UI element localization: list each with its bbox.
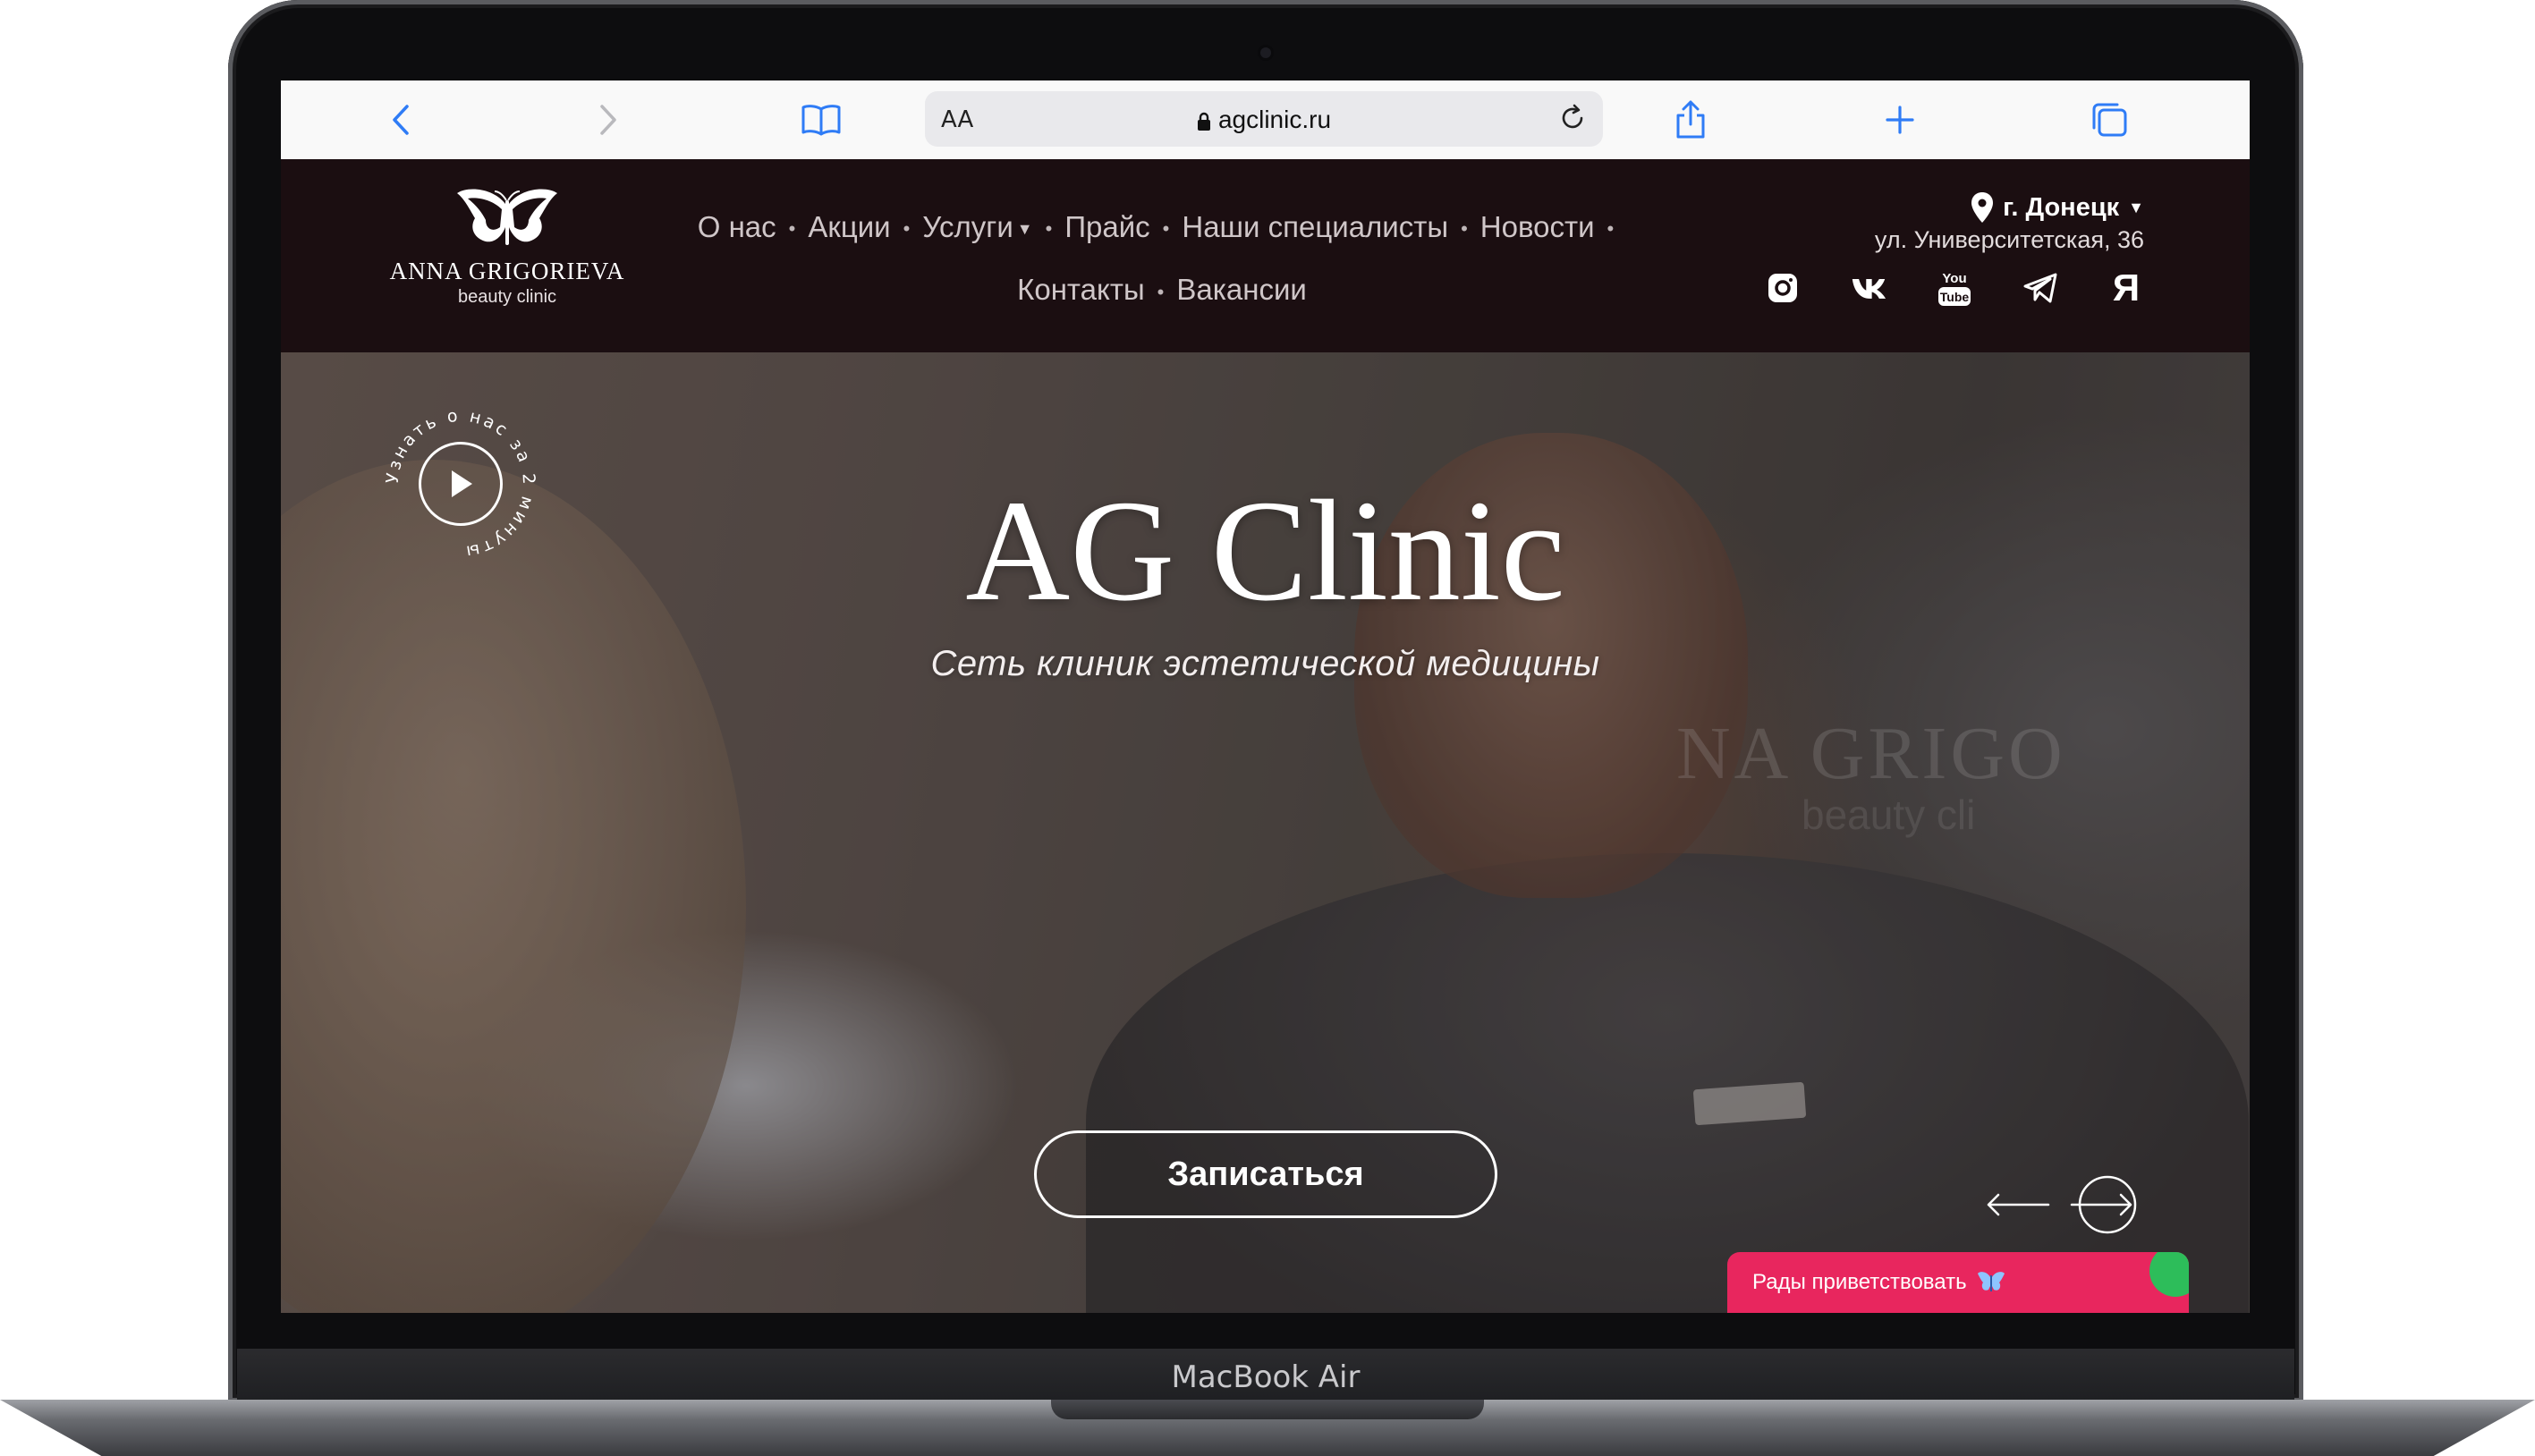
nav-separator: • — [1607, 217, 1615, 241]
main-nav: О нас • Акции • Услуги ▼ • Прайс • Наши специалис… — [630, 197, 1694, 323]
nav-specialists[interactable]: Наши специалисты — [1182, 197, 1448, 258]
back-button[interactable] — [374, 97, 428, 143]
chat-status-indicator — [2149, 1252, 2189, 1297]
arrow-right-circle-icon — [2070, 1175, 2137, 1234]
nav-separator: • — [1162, 217, 1170, 241]
hero-section: NA GRIGO beauty cli Узнать о нас за 2 ми… — [281, 352, 2250, 1313]
screen: AA agclinic.ru ANNA GRIGORIEVA beauty cl… — [281, 80, 2250, 1313]
reload-icon — [1562, 104, 1583, 129]
laptop-chin: MacBook Air — [237, 1349, 2294, 1402]
logo-subtitle: beauty clinic — [457, 287, 557, 307]
yandex-link[interactable]: Я — [2108, 267, 2144, 309]
instagram-icon — [1768, 274, 1797, 302]
caret-down-icon: ▼ — [1016, 220, 1033, 239]
slider-next-button[interactable] — [2070, 1173, 2138, 1236]
nav-services-label: Услуги — [922, 210, 1013, 243]
chevron-left-icon — [393, 105, 409, 135]
tabs-icon — [2092, 103, 2127, 137]
url-text: agclinic.ru — [1217, 106, 1332, 133]
butterfly-logo-icon — [457, 189, 557, 245]
hero-subtitle: Сеть клиник эстетической медицины — [930, 644, 1600, 683]
vk-icon — [1852, 279, 1886, 299]
svg-text:Tube: Tube — [1940, 290, 1970, 304]
nav-vacancies[interactable]: Вакансии — [1176, 259, 1306, 320]
share-button[interactable] — [1664, 97, 1717, 143]
svg-text:You: You — [1942, 271, 1966, 286]
share-icon — [1676, 100, 1705, 139]
forward-button[interactable] — [581, 97, 635, 143]
tabs-overview-button[interactable] — [2082, 97, 2136, 143]
telegram-link[interactable] — [2022, 268, 2058, 308]
nav-separator: • — [788, 217, 796, 241]
nav-promotions[interactable]: Акции — [808, 197, 890, 258]
nav-separator: • — [1045, 217, 1053, 241]
yandex-icon: Я — [2112, 267, 2141, 309]
device-label: MacBook Air — [1171, 1359, 1361, 1395]
nav-row-1: О нас • Акции • Услуги ▼ • Прайс • Наши специалис… — [630, 197, 1694, 259]
camera-icon — [1260, 47, 1271, 58]
vk-link[interactable] — [1851, 268, 1886, 308]
chevron-right-icon — [600, 105, 616, 135]
butterfly-icon — [1977, 1272, 2005, 1291]
nav-services[interactable]: Услуги ▼ — [922, 197, 1032, 259]
caret-down-icon: ▼ — [2128, 198, 2144, 216]
instagram-link[interactable] — [1765, 268, 1801, 308]
city-selector[interactable]: г. Донецк ▼ — [1971, 191, 2144, 224]
plus-icon — [1886, 106, 1914, 134]
youtube-link[interactable]: You Tube — [1937, 268, 1972, 308]
youtube-icon: You Tube — [1938, 271, 1971, 306]
nav-separator: • — [1157, 280, 1165, 303]
clinic-address: ул. Университетская, 36 — [1874, 226, 2144, 253]
lock-icon — [1197, 112, 1210, 131]
chat-widget[interactable]: Рады приветствовать — [1727, 1252, 2189, 1313]
nav-separator: • — [1461, 217, 1468, 241]
location-pin-icon — [1971, 192, 1994, 223]
chat-widget-label: Рады приветствовать — [1752, 1270, 1967, 1294]
arrow-left-icon — [1987, 1193, 2050, 1216]
url-text-wrap: agclinic.ru — [925, 106, 1603, 134]
nav-about[interactable]: О нас — [698, 197, 776, 258]
nav-contacts[interactable]: Контакты — [1017, 259, 1145, 320]
reload-button[interactable] — [1553, 98, 1592, 138]
nav-row-2: Контакты • Вакансии — [630, 259, 1694, 322]
logo[interactable]: ANNA GRIGORIEVA beauty clinic — [386, 186, 628, 308]
nav-price[interactable]: Прайс — [1064, 197, 1149, 258]
address-bar[interactable]: AA agclinic.ru — [925, 91, 1603, 147]
site-header: ANNA GRIGORIEVA beauty clinic О нас • Акци… — [281, 159, 2250, 352]
nav-separator: • — [903, 217, 911, 241]
social-links: You Tube Я — [1765, 267, 2144, 309]
book-icon — [801, 105, 841, 136]
nav-news[interactable]: Новости — [1480, 197, 1595, 258]
hero-title: AG Clinic — [965, 471, 1565, 631]
city-name: г. Донецк — [2003, 192, 2120, 222]
slider-prev-button[interactable] — [1986, 1191, 2050, 1218]
browser-toolbar: AA agclinic.ru — [281, 80, 2250, 160]
book-appointment-button[interactable]: Записаться — [1034, 1130, 1497, 1218]
laptop-notch — [1051, 1400, 1484, 1419]
telegram-icon — [2023, 273, 2057, 303]
new-tab-button[interactable] — [1873, 97, 1927, 143]
logo-name: ANNA GRIGORIEVA — [389, 258, 625, 284]
bookmarks-button[interactable] — [794, 97, 848, 143]
